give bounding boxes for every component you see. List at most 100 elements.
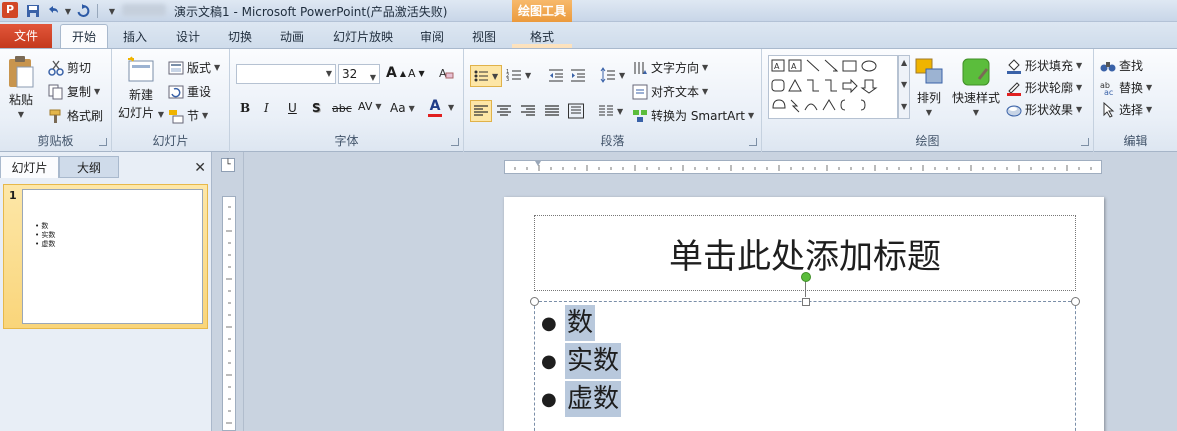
bullet-dot: ● bbox=[541, 388, 557, 410]
tab-format[interactable]: 格式 bbox=[518, 26, 566, 48]
undo-icon[interactable] bbox=[44, 2, 62, 20]
font-group: ▼ 32 ▼ A ▲ A ▼ A B I U S abc AV ▼ Aa ▼ A ▼ 字… bbox=[230, 49, 464, 152]
clear-formatting-button[interactable]: A bbox=[438, 65, 454, 81]
drawing-launcher-icon[interactable] bbox=[1081, 138, 1089, 146]
convert-smartart-button[interactable]: 转换为 SmartArt ▼ bbox=[632, 107, 754, 124]
bullet-text[interactable]: 数 bbox=[565, 305, 596, 341]
numbering-button[interactable]: 123 ▼ bbox=[506, 67, 531, 83]
bullet-item[interactable]: ● 虚数 bbox=[541, 380, 622, 418]
font-launcher-icon[interactable] bbox=[451, 138, 459, 146]
distributed-button[interactable] bbox=[568, 103, 584, 119]
shrink-font-button[interactable]: A ▼ bbox=[408, 67, 425, 80]
decrease-indent-button[interactable] bbox=[548, 67, 564, 83]
paint-bucket-icon bbox=[1006, 58, 1022, 74]
tab-review[interactable]: 审阅 bbox=[410, 26, 454, 48]
ribbon: 粘贴 ▼ 剪切 复制 ▼ 格式刷 剪贴板 新建 幻灯片 ▼ 版式 ▼ 重设 节 … bbox=[0, 48, 1177, 152]
undo-dropdown-icon[interactable]: ▼ bbox=[64, 2, 72, 20]
quick-styles-button[interactable]: 快速样式 ▼ bbox=[952, 57, 1000, 117]
content-placeholder[interactable]: ● 数 ● 实数 ● 虚数 bbox=[530, 272, 1080, 431]
shape-effects-button[interactable]: 形状效果 ▼ bbox=[1006, 101, 1082, 118]
tab-insert[interactable]: 插入 bbox=[112, 26, 158, 48]
section-label: 节 bbox=[187, 109, 200, 123]
slide-number: 1 bbox=[9, 189, 17, 202]
align-right-button[interactable] bbox=[520, 103, 536, 119]
tab-design[interactable]: 设计 bbox=[165, 26, 211, 48]
tab-home[interactable]: 开始 bbox=[60, 24, 108, 49]
copy-button[interactable]: 复制 ▼ bbox=[48, 83, 100, 100]
tab-slides-panel[interactable]: 幻灯片 bbox=[0, 156, 59, 178]
shapes-gallery-scroll[interactable]: ▲ ▼ ▼ bbox=[898, 55, 910, 119]
vertical-ruler[interactable] bbox=[222, 196, 236, 431]
find-button[interactable]: 查找 bbox=[1100, 57, 1143, 74]
bullet-item[interactable]: ● 数 bbox=[541, 304, 621, 342]
select-button[interactable]: 选择 ▼ bbox=[1100, 101, 1152, 118]
close-icon[interactable]: ✕ bbox=[194, 160, 206, 176]
shadow-button[interactable]: S bbox=[312, 101, 321, 115]
change-case-button[interactable]: Aa ▼ bbox=[390, 101, 415, 115]
font-size-select[interactable]: 32 ▼ bbox=[338, 64, 380, 84]
tab-slideshow[interactable]: 幻灯片放映 bbox=[326, 26, 400, 48]
cut-button[interactable]: 剪切 bbox=[48, 59, 91, 76]
clipboard-launcher-icon[interactable] bbox=[99, 138, 107, 146]
align-center-button[interactable] bbox=[496, 103, 512, 119]
text-direction-button[interactable]: 文字方向 ▼ bbox=[632, 59, 708, 76]
save-icon[interactable] bbox=[24, 2, 42, 20]
customize-qat-icon[interactable]: ▼ bbox=[103, 2, 121, 20]
bullet-text[interactable]: 实数 bbox=[565, 343, 622, 379]
rotation-handle[interactable] bbox=[801, 272, 811, 282]
strikethrough-button[interactable]: abc bbox=[332, 102, 352, 115]
line-spacing-button[interactable]: ▼ bbox=[600, 67, 625, 83]
slide-thumbnail-row[interactable]: 1 数 实数 虚数 bbox=[3, 184, 208, 329]
tab-transitions[interactable]: 切换 bbox=[217, 26, 263, 48]
tab-outline-panel[interactable]: 大纲 bbox=[59, 156, 119, 178]
replace-button[interactable]: ab ac 替换 ▼ bbox=[1100, 79, 1152, 97]
shape-fill-button[interactable]: 形状填充 ▼ bbox=[1006, 57, 1082, 74]
resize-handle-top-right[interactable] bbox=[1071, 297, 1080, 306]
character-spacing-button[interactable]: AV ▼ bbox=[358, 100, 382, 113]
slide-canvas[interactable]: 单击此处添加标题 ● 数 ● 实数 ● 虚数 bbox=[504, 197, 1104, 431]
align-left-button[interactable] bbox=[470, 100, 492, 122]
font-family-select[interactable]: ▼ bbox=[236, 64, 336, 84]
drawing-group: A A ▲ ▼ ▼ 排列 ▼ 快速样式 ▼ 形状填充 ▼ 形状轮廓 ▼ 形状效果… bbox=[762, 49, 1094, 152]
underline-button[interactable]: U bbox=[288, 101, 297, 115]
format-painter-label: 格式刷 bbox=[67, 109, 104, 123]
format-painter-button[interactable]: 格式刷 bbox=[48, 107, 103, 124]
resize-handle-top[interactable] bbox=[802, 298, 810, 306]
thumbnail-bullet: 数 bbox=[35, 222, 55, 231]
shape-fill-label: 形状填充 bbox=[1025, 59, 1074, 73]
tab-file[interactable]: 文件 bbox=[0, 24, 52, 48]
tab-animations[interactable]: 动画 bbox=[269, 26, 315, 48]
font-color-button[interactable]: A bbox=[428, 98, 442, 117]
paragraph-launcher-icon[interactable] bbox=[749, 138, 757, 146]
grow-font-button[interactable]: A ▲ bbox=[386, 65, 406, 81]
resize-handle-top-left[interactable] bbox=[530, 297, 539, 306]
bold-button[interactable]: B bbox=[240, 101, 250, 115]
justify-button[interactable] bbox=[544, 103, 560, 119]
redo-icon[interactable] bbox=[74, 2, 92, 20]
reset-button[interactable]: 重设 bbox=[168, 83, 211, 100]
bullet-item[interactable]: ● 实数 bbox=[541, 342, 622, 380]
arrange-button[interactable]: 排列 ▼ bbox=[914, 57, 944, 117]
decrease-indent-icon bbox=[548, 67, 564, 83]
shapes-gallery[interactable]: A A bbox=[768, 55, 898, 119]
horizontal-ruler[interactable] bbox=[504, 160, 1102, 174]
slide-thumbnail[interactable]: 数 实数 虚数 bbox=[22, 189, 203, 324]
layout-button[interactable]: 版式 ▼ bbox=[168, 59, 220, 76]
paste-button[interactable]: 粘贴 ▼ bbox=[6, 55, 36, 119]
italic-button[interactable]: I bbox=[264, 101, 269, 115]
bullet-text[interactable]: 虚数 bbox=[565, 381, 622, 417]
tab-selector-icon[interactable]: └ bbox=[221, 158, 235, 172]
new-slide-label-1: 新建 bbox=[128, 88, 153, 102]
increase-indent-button[interactable] bbox=[570, 67, 586, 83]
powerpoint-app-icon[interactable]: P bbox=[2, 2, 18, 18]
align-center-icon bbox=[496, 103, 512, 119]
new-slide-button[interactable]: 新建 幻灯片 ▼ bbox=[118, 55, 164, 121]
section-button[interactable]: 节 ▼ bbox=[168, 107, 208, 124]
tab-view[interactable]: 视图 bbox=[462, 26, 506, 48]
columns-button[interactable]: ▼ bbox=[598, 103, 623, 119]
bullets-button[interactable]: ▼ bbox=[470, 65, 502, 87]
align-text-button[interactable]: 对齐文本 ▼ bbox=[632, 83, 708, 100]
clipboard-group: 粘贴 ▼ 剪切 复制 ▼ 格式刷 剪贴板 bbox=[0, 49, 112, 152]
font-color-dropdown-icon[interactable]: ▼ bbox=[448, 103, 454, 112]
shape-outline-button[interactable]: 形状轮廓 ▼ bbox=[1006, 79, 1082, 96]
